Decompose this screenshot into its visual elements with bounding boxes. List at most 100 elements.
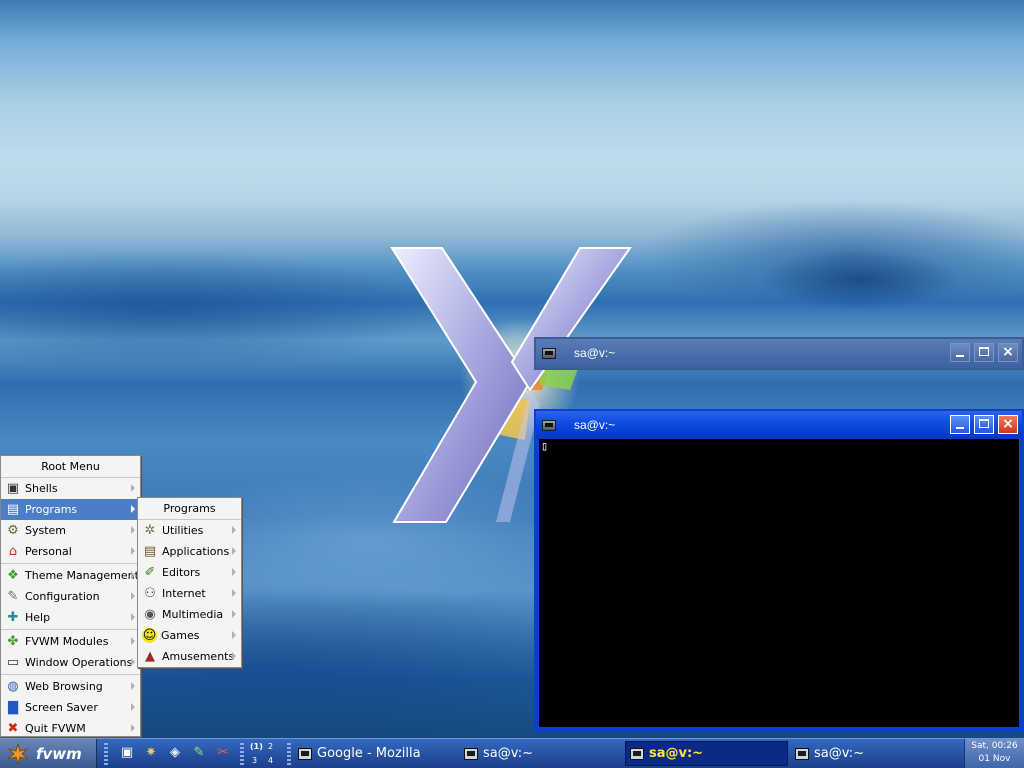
submenu-arrow-icon: [131, 571, 135, 579]
terminal-icon[interactable]: [542, 347, 556, 359]
maximize-button[interactable]: [974, 343, 994, 362]
network-icon: ⚇: [144, 586, 156, 601]
taskbar-grip[interactable]: [240, 743, 244, 765]
globe-icon: ◍: [7, 679, 19, 694]
desktop-pager[interactable]: (1) 2 3 4: [248, 740, 282, 767]
taskbar: fvwm ▣ ✷ ◈ ✎ ✂ (1) 2 3 4 Google - Mozill…: [0, 738, 1024, 768]
task-button-terminal-3[interactable]: sa@v:~: [791, 741, 953, 766]
task-button-terminal-1[interactable]: sa@v:~: [460, 741, 622, 766]
menu-item-utilities[interactable]: ✲ Utilities: [138, 520, 241, 541]
submenu-arrow-icon: [131, 505, 135, 513]
window-titlebar[interactable]: sa@v:~ ×: [536, 339, 1022, 367]
menu-item-applications[interactable]: ▤ Applications: [138, 541, 241, 562]
multimedia-icon: ◉: [144, 607, 156, 622]
pager-desk-2[interactable]: 2: [268, 742, 273, 751]
menu-item-label: FVWM Modules: [25, 635, 109, 648]
menu-item-label: Editors: [162, 566, 201, 579]
menu-item-games[interactable]: ☺ Games: [138, 625, 241, 646]
maximize-button[interactable]: [974, 415, 994, 434]
menu-item-label: Theme Management: [25, 569, 139, 582]
menu-item-system[interactable]: ⚙ System: [1, 520, 140, 541]
minimize-button[interactable]: [950, 415, 970, 434]
applications-icon: ▤: [143, 544, 157, 559]
pager-desk-1[interactable]: (1): [250, 742, 263, 751]
puzzle-icon: ✤: [7, 634, 19, 649]
task-label: sa@v:~: [483, 746, 533, 761]
menu-item-label: Multimedia: [162, 608, 224, 621]
terminal-screen[interactable]: ▯: [539, 439, 1019, 727]
submenu-arrow-icon: [232, 610, 236, 618]
submenu-arrow-icon: [131, 724, 135, 732]
home-icon: ⌂: [8, 544, 18, 559]
menu-item-internet[interactable]: ⚇ Internet: [138, 583, 241, 604]
submenu-arrow-icon: [131, 592, 135, 600]
clock[interactable]: Sat, 00:26 01 Nov: [964, 739, 1024, 768]
package-launcher-icon[interactable]: ◈: [167, 745, 183, 761]
start-button[interactable]: fvwm: [0, 739, 97, 768]
close-button[interactable]: ×: [998, 415, 1018, 434]
menu-item-quit-fvwm[interactable]: ✖ Quit FVWM: [1, 718, 140, 739]
wallpaper-wave: [760, 250, 960, 310]
menu-item-help[interactable]: ✚ Help: [1, 607, 140, 628]
terminal-icon: [630, 747, 644, 760]
menu-item-theme-management[interactable]: ❖ Theme Management: [1, 565, 140, 586]
menu-item-label: Amusements: [162, 650, 235, 663]
menu-item-editors[interactable]: ✐ Editors: [138, 562, 241, 583]
terminal-icon: ▣: [6, 481, 20, 496]
menu-item-shells[interactable]: ▣ Shells: [1, 478, 140, 499]
submenu-arrow-icon: [131, 637, 135, 645]
menu-item-label: Utilities: [162, 524, 204, 537]
submenu-arrow-icon: [131, 613, 135, 621]
menu-item-label: Programs: [25, 503, 78, 516]
submenu-arrow-icon: [131, 526, 135, 534]
submenu-arrow-icon: [131, 547, 135, 555]
utilities-icon: ✲: [144, 523, 156, 538]
settings-launcher-icon[interactable]: ✷: [143, 745, 159, 761]
submenu-arrow-icon: [232, 547, 236, 555]
terminal-window-active[interactable]: sa@v:~ × ▯: [534, 409, 1024, 732]
pager-desk-4[interactable]: 4: [268, 756, 273, 765]
menu-item-window-operations[interactable]: ▭ Window Operations: [1, 652, 140, 673]
taskbar-grip[interactable]: [287, 743, 291, 765]
task-button-terminal-2[interactable]: sa@v:~: [625, 741, 788, 766]
taskbar-grip[interactable]: [104, 743, 108, 765]
task-label: sa@v:~: [649, 746, 704, 761]
submenu-arrow-icon: [232, 631, 236, 639]
menu-item-label: Quit FVWM: [25, 722, 86, 735]
pencil-icon: ✐: [144, 565, 156, 580]
quit-icon: ✖: [7, 721, 19, 736]
menu-item-screen-saver[interactable]: ▇ Screen Saver: [1, 697, 140, 718]
menu-item-label: Window Operations: [25, 656, 133, 669]
pager-desk-3[interactable]: 3: [252, 756, 257, 765]
root-menu[interactable]: Root Menu ▣ Shells ▤ Programs ⚙ System ⌂…: [0, 455, 141, 737]
wrench-icon: ✎: [7, 589, 19, 604]
clock-time: Sat, 00:26: [971, 741, 1018, 751]
window-titlebar[interactable]: sa@v:~ ×: [536, 411, 1022, 439]
terminal-icon: [464, 747, 478, 760]
terminal-cursor: ▯: [541, 439, 549, 453]
terminal-icon[interactable]: [542, 419, 556, 431]
menu-item-configuration[interactable]: ✎ Configuration: [1, 586, 140, 607]
menu-title: Programs: [138, 498, 241, 520]
menu-item-web-browsing[interactable]: ◍ Web Browsing: [1, 676, 140, 697]
menu-item-programs[interactable]: ▤ Programs: [1, 499, 140, 520]
amusements-icon: ▲: [145, 649, 155, 664]
menu-separator: [1, 563, 140, 564]
terminal-launcher-icon[interactable]: ▣: [119, 745, 135, 761]
menu-item-fvwm-modules[interactable]: ✤ FVWM Modules: [1, 631, 140, 652]
task-label: sa@v:~: [814, 746, 864, 761]
browser-launcher-icon[interactable]: ✂: [215, 745, 231, 761]
menu-item-multimedia[interactable]: ◉ Multimedia: [138, 604, 241, 625]
submenu-arrow-icon: [131, 703, 135, 711]
menu-item-personal[interactable]: ⌂ Personal: [1, 541, 140, 562]
submenu-arrow-icon: [131, 658, 135, 666]
terminal-window-inactive[interactable]: sa@v:~ ×: [534, 337, 1024, 370]
clock-date: 01 Nov: [978, 754, 1011, 764]
editor-launcher-icon[interactable]: ✎: [191, 745, 207, 761]
minimize-button[interactable]: [950, 343, 970, 362]
menu-item-amusements[interactable]: ▲ Amusements: [138, 646, 241, 667]
close-button[interactable]: ×: [998, 343, 1018, 362]
task-button-mozilla[interactable]: Google - Mozilla: [294, 741, 456, 766]
programs-submenu[interactable]: Programs ✲ Utilities ▤ Applications ✐ Ed…: [137, 497, 242, 668]
menu-item-label: Help: [25, 611, 51, 624]
